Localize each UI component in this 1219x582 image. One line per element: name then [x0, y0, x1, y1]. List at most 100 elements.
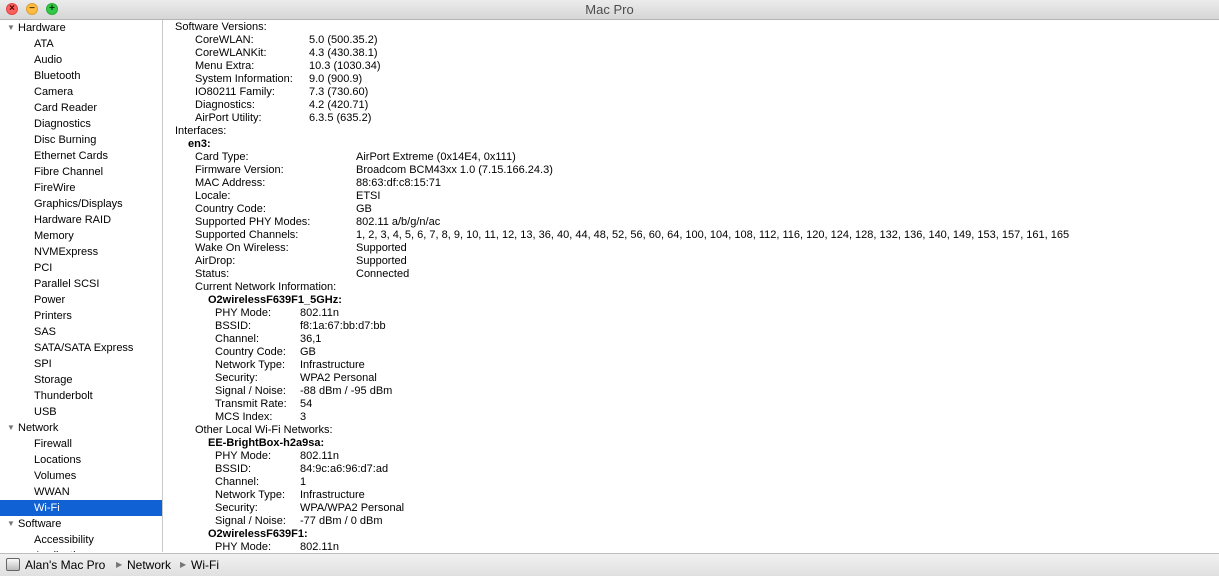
sidebar-group-label: Hardware: [18, 22, 66, 34]
sidebar-item-bluetooth[interactable]: Bluetooth: [0, 68, 162, 84]
sidebar-item-wi-fi[interactable]: Wi-Fi: [0, 500, 162, 516]
other-network-prop-label: PHY Mode:: [215, 541, 272, 552]
breadcrumb-network[interactable]: Network: [127, 554, 171, 576]
sidebar-group-hardware[interactable]: ▼ Hardware: [0, 20, 162, 36]
sidebar-group-network[interactable]: ▼ Network: [0, 420, 162, 436]
other-network-prop-label: Security:: [215, 502, 258, 514]
sidebar-item-storage[interactable]: Storage: [0, 372, 162, 388]
other-network-prop-row: PHY Mode: 802.11n: [175, 541, 1215, 552]
breadcrumb-computer[interactable]: Alan's Mac Pro: [25, 554, 105, 576]
other-network-prop-value: WPA/WPA2 Personal: [300, 502, 405, 514]
detail-pane: Software Versions: CoreWLAN: 5.0 (500.35.2…: [175, 20, 1215, 552]
sidebar-item-accessibility[interactable]: Accessibility: [0, 532, 162, 548]
current-network-prop-value: 36,1: [300, 333, 322, 345]
interface-prop-label: Card Type:: [195, 151, 249, 163]
interface-prop-label: Firmware Version:: [195, 164, 284, 176]
sidebar-item-diagnostics[interactable]: Diagnostics: [0, 116, 162, 132]
sidebar-item-parallel-scsi[interactable]: Parallel SCSI: [0, 276, 162, 292]
sidebar: ▼ Hardware ATA Audio Bluetooth Camera Card Rea…: [0, 20, 163, 552]
other-network-prop-value: -77 dBm / 0 dBm: [300, 515, 383, 527]
other-network-prop-row: Channel: 1: [175, 476, 1215, 489]
interface-prop-label: Supported Channels:: [195, 229, 299, 241]
sidebar-item-firewire[interactable]: FireWire: [0, 180, 162, 196]
interface-prop-label: Status:: [195, 268, 230, 280]
current-network-prop-row: Network Type: Infrastructure: [175, 359, 1215, 372]
software-version-value: 4.3 (430.38.1): [309, 47, 378, 59]
interface-prop-label: AirDrop:: [195, 255, 236, 267]
interface-prop-value: 1, 2, 3, 4, 5, 6, 7, 8, 9, 10, 11, 12, 1…: [356, 229, 1070, 241]
interface-prop-label: Supported PHY Modes:: [195, 216, 311, 228]
software-version-value: 10.3 (1030.34): [309, 60, 381, 72]
sidebar-item-hardware-raid[interactable]: Hardware RAID: [0, 212, 162, 228]
interface-prop-row: Card Type: AirPort Extreme (0x14E4, 0x111…: [175, 151, 1215, 164]
software-version-label: Menu Extra:: [195, 60, 255, 72]
sidebar-item-sas[interactable]: SAS: [0, 324, 162, 340]
software-version-row: AirPort Utility: 6.3.5 (635.2): [175, 112, 1215, 125]
sidebar-item-pci[interactable]: PCI: [0, 260, 162, 276]
current-network-prop-label: PHY Mode:: [215, 307, 272, 319]
software-version-label: CoreWLAN:: [195, 34, 254, 46]
sidebar-item-card-reader[interactable]: Card Reader: [0, 100, 162, 116]
software-version-row: Menu Extra: 10.3 (1030.34): [175, 60, 1215, 73]
software-version-value: 9.0 (900.9): [309, 73, 363, 85]
interface-prop-row: Supported Channels: 1, 2, 3, 4, 5, 6, 7, …: [175, 229, 1215, 242]
current-network-prop-value: Infrastructure: [300, 359, 365, 371]
current-network-prop-value: GB: [300, 346, 316, 358]
sidebar-item-printers[interactable]: Printers: [0, 308, 162, 324]
sidebar-item-applications[interactable]: Applications: [0, 548, 162, 552]
software-version-row: CoreWLANKit: 4.3 (430.38.1): [175, 47, 1215, 60]
current-network-prop-value: -88 dBm / -95 dBm: [300, 385, 393, 397]
computer-icon: [6, 558, 20, 571]
other-network-prop-value: Infrastructure: [300, 489, 365, 501]
software-version-value: 7.3 (730.60): [309, 86, 369, 98]
breadcrumb-separator-icon: ▶: [116, 560, 123, 569]
sidebar-item-thunderbolt[interactable]: Thunderbolt: [0, 388, 162, 404]
sidebar-item-sata-sata-express[interactable]: SATA/SATA Express: [0, 340, 162, 356]
sidebar-item-ethernet-cards[interactable]: Ethernet Cards: [0, 148, 162, 164]
current-network-prop-value: 54: [300, 398, 313, 410]
sidebar-item-audio[interactable]: Audio: [0, 52, 162, 68]
other-network-prop-label: Signal / Noise:: [215, 515, 286, 527]
interface-name: en3:: [188, 138, 211, 150]
sidebar-item-locations[interactable]: Locations: [0, 452, 162, 468]
current-network-prop-label: BSSID:: [215, 320, 252, 332]
interface-prop-value: 802.11 a/b/g/n/ac: [356, 216, 441, 228]
interfaces-heading: Interfaces:: [175, 125, 227, 137]
sidebar-item-spi[interactable]: SPI: [0, 356, 162, 372]
sidebar-item-fibre-channel[interactable]: Fibre Channel: [0, 164, 162, 180]
interface-prop-value: Supported: [356, 242, 407, 254]
sidebar-item-disc-burning[interactable]: Disc Burning: [0, 132, 162, 148]
sidebar-item-graphics-displays[interactable]: Graphics/Displays: [0, 196, 162, 212]
disclosure-triangle-icon[interactable]: ▼: [7, 20, 15, 36]
current-network-prop-value: 802.11n: [300, 307, 339, 319]
current-network-prop-label: Country Code:: [215, 346, 286, 358]
sidebar-item-nvmexpress[interactable]: NVMExpress: [0, 244, 162, 260]
current-network-prop-row: Security: WPA2 Personal: [175, 372, 1215, 385]
sidebar-item-firewall[interactable]: Firewall: [0, 436, 162, 452]
interface-prop-row: Country Code: GB: [175, 203, 1215, 216]
current-network-prop-row: Signal / Noise: -88 dBm / -95 dBm: [175, 385, 1215, 398]
sidebar-item-power[interactable]: Power: [0, 292, 162, 308]
sidebar-item-volumes[interactable]: Volumes: [0, 468, 162, 484]
sidebar-group-software[interactable]: ▼ Software: [0, 516, 162, 532]
interface-prop-value: ETSI: [356, 190, 381, 202]
other-network-prop-row: Network Type: Infrastructure: [175, 489, 1215, 502]
sidebar-item-ata[interactable]: ATA: [0, 36, 162, 52]
sidebar-item-memory[interactable]: Memory: [0, 228, 162, 244]
interface-prop-row: Wake On Wireless: Supported: [175, 242, 1215, 255]
other-network-name: EE-BrightBox-h2a9sa:: [208, 437, 325, 449]
other-network-name: O2wirelessF639F1:: [208, 528, 308, 540]
sidebar-item-wwan[interactable]: WWAN: [0, 484, 162, 500]
interface-prop-row: MAC Address: 88:63:df:c8:15:71: [175, 177, 1215, 190]
breadcrumb-wifi[interactable]: Wi-Fi: [191, 554, 219, 576]
sidebar-item-usb[interactable]: USB: [0, 404, 162, 420]
software-version-label: IO80211 Family:: [195, 86, 275, 98]
interface-prop-label: Locale:: [195, 190, 231, 202]
disclosure-triangle-icon[interactable]: ▼: [7, 516, 15, 532]
other-network-prop-label: BSSID:: [215, 463, 252, 475]
software-version-row: IO80211 Family: 7.3 (730.60): [175, 86, 1215, 99]
interface-prop-value: GB: [356, 203, 372, 215]
current-network-prop-row: BSSID: f8:1a:67:bb:d7:bb: [175, 320, 1215, 333]
sidebar-item-camera[interactable]: Camera: [0, 84, 162, 100]
disclosure-triangle-icon[interactable]: ▼: [7, 420, 15, 436]
